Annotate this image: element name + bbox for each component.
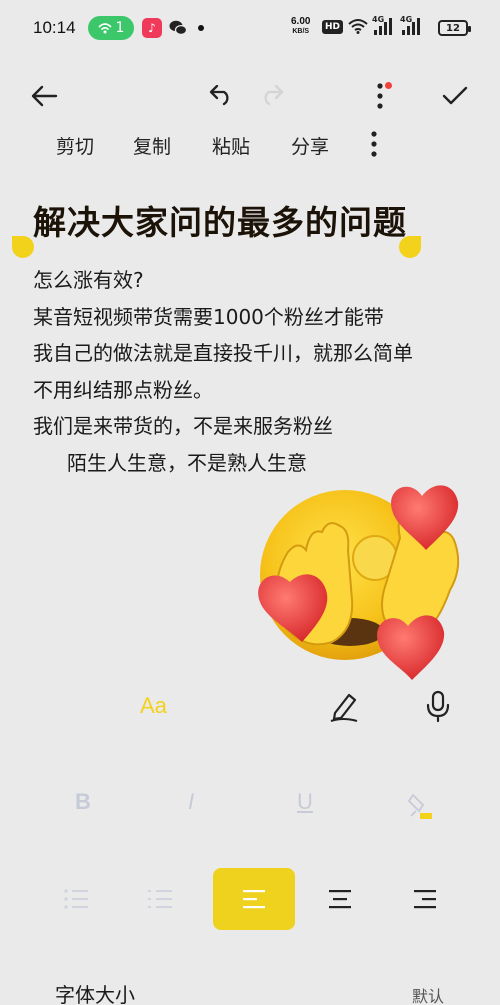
back-button[interactable] — [26, 78, 62, 114]
format-bar: Aa — [0, 685, 500, 729]
signal-tag-1: 4G — [372, 15, 385, 24]
note-body[interactable]: 怎么涨有效? 某音短视频带货需要1000个粉丝才能带 我自己的做法就是直接投千川… — [33, 262, 483, 481]
voice-input-button[interactable] — [423, 689, 453, 723]
numbered-list-icon — [64, 889, 88, 909]
font-size-value[interactable]: 默认 — [412, 983, 444, 1005]
signal-tag-2: 4G — [400, 15, 413, 24]
align-center-button[interactable] — [299, 868, 381, 930]
microphone-icon — [426, 690, 450, 723]
numbered-list-button[interactable] — [35, 868, 117, 930]
align-center-icon — [329, 890, 351, 909]
net-speed-unit: KB/S — [292, 28, 310, 35]
note-line: 我们是来带货的，不是来服务粉丝 — [33, 414, 333, 438]
highlighter-icon — [407, 793, 432, 819]
signal-icon: 4G — [372, 15, 392, 35]
hotspot-icon — [97, 23, 112, 34]
selection-handle-end[interactable] — [399, 236, 421, 258]
redo-icon — [264, 85, 284, 106]
note-line: 怎么涨有效? — [33, 268, 144, 292]
battery-icon: 12 — [438, 20, 471, 36]
underline-button[interactable]: U — [297, 789, 313, 815]
share-button[interactable]: 分享 — [291, 132, 329, 159]
paste-button[interactable]: 粘贴 — [212, 132, 250, 159]
more-vertical-icon — [377, 83, 383, 109]
note-line: 不用纠结那点粉丝。 — [33, 377, 213, 402]
handwriting-button[interactable] — [327, 689, 361, 723]
selection-context-menu: 剪切 复制 粘贴 分享 — [0, 128, 500, 162]
align-left-button[interactable] — [213, 868, 295, 930]
editor-toolbar — [0, 70, 500, 120]
signal-icon-2: 4G — [400, 15, 420, 35]
align-left-icon — [243, 890, 265, 909]
notification-badge — [385, 82, 392, 89]
wifi-icon — [348, 19, 368, 34]
status-time: 10:14 — [33, 18, 76, 37]
font-size-label: 字体大小 — [55, 983, 135, 1005]
redo-button[interactable] — [254, 78, 290, 114]
undo-icon — [209, 85, 229, 106]
more-options-button[interactable] — [362, 78, 398, 114]
back-arrow-icon — [31, 85, 58, 107]
done-button[interactable] — [437, 78, 473, 114]
wechat-icon — [168, 18, 188, 38]
hotspot-badge: 1 — [88, 16, 134, 40]
pen-icon — [330, 693, 358, 722]
hands-over-eyes-emoji-sticker[interactable] — [250, 470, 470, 690]
note-title[interactable]: 解决大家问的最多的问题 — [33, 196, 407, 244]
selection-handle-start[interactable] — [12, 236, 34, 258]
hotspot-count: 1 — [115, 20, 125, 36]
note-line: 我自己的做法就是直接投千川，就那么简单 — [33, 341, 413, 365]
text-style-row: B I U — [0, 785, 500, 825]
net-speed: 6.00 KB/S — [291, 17, 310, 37]
italic-button[interactable]: I — [188, 789, 194, 815]
align-right-button[interactable] — [384, 868, 466, 930]
hd-badge: HD — [322, 20, 344, 34]
checkmark-icon — [442, 86, 468, 105]
undo-button[interactable] — [203, 78, 239, 114]
alignment-row — [0, 868, 500, 932]
more-vertical-icon — [371, 131, 377, 157]
bullet-list-icon — [148, 890, 172, 908]
font-size-row[interactable]: 字体大小 默认 — [0, 975, 500, 1005]
copy-button[interactable]: 复制 — [133, 132, 171, 159]
note-line: 某音短视频带货需要1000个粉丝才能带 — [33, 304, 384, 329]
status-bar: 10:14 1 ♪ 6.00 KB/S HD 4G 4G 12 — [0, 0, 500, 56]
battery-level: 12 — [446, 22, 460, 34]
signal-group: 4G 4G — [348, 15, 420, 35]
net-speed-value: 6.00 — [291, 16, 311, 27]
context-more-button[interactable] — [362, 128, 386, 160]
music-app-icon: ♪ — [142, 18, 162, 38]
bold-button[interactable]: B — [75, 789, 91, 815]
cut-button[interactable]: 剪切 — [56, 132, 94, 159]
font-format-button[interactable]: Aa — [140, 693, 167, 719]
notification-dot — [198, 25, 204, 31]
align-right-icon — [414, 890, 436, 909]
highlight-button[interactable] — [404, 789, 434, 821]
bullet-list-button[interactable] — [119, 868, 201, 930]
